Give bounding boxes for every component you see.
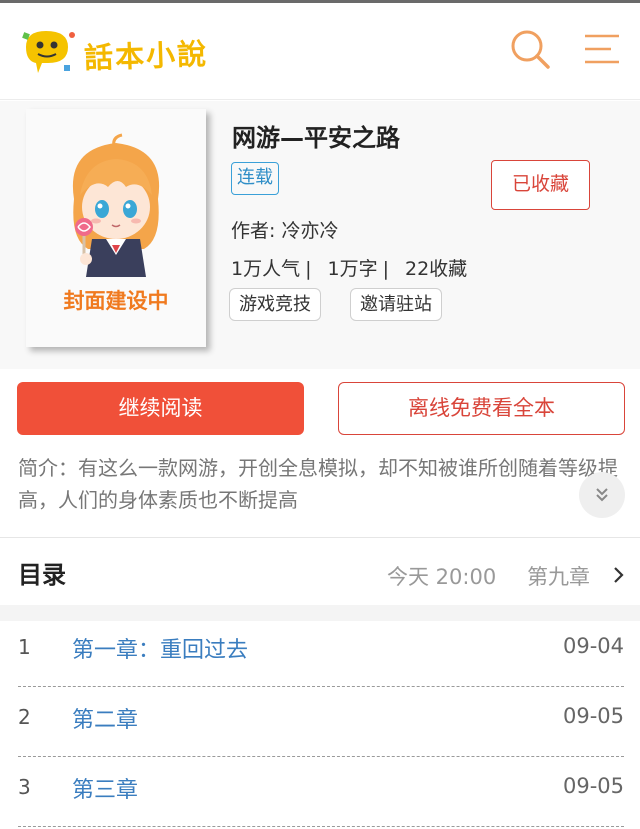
favorites-count: 22收藏 xyxy=(405,258,468,280)
cover-mascot-illustration xyxy=(72,133,160,277)
chapter-date: 09-05 xyxy=(562,774,624,798)
menu-icon[interactable] xyxy=(583,27,627,71)
tag-genre[interactable]: 游戏竞技 xyxy=(229,288,321,321)
site-logo[interactable]: 話本小說 xyxy=(20,25,220,81)
chapter-row[interactable]: 1 第一章：重回过去 09-04 xyxy=(18,617,624,687)
stat-separator: | xyxy=(305,258,312,280)
tag-invite[interactable]: 邀请驻站 xyxy=(350,288,442,321)
offline-read-button[interactable]: 离线免费看全本 xyxy=(338,382,625,435)
logo-mascot-icon xyxy=(22,31,75,73)
double-chevron-down-icon xyxy=(596,488,608,502)
book-info-panel: 封面建设中 网游—平安之路 连载 已收藏 作者: 冷亦冷 1万人气 | 1万字 | 22… xyxy=(0,101,640,369)
book-stats: 1万人气 | 1万字 | 22收藏 xyxy=(231,254,467,281)
chapter-row[interactable]: 2 第二章 09-05 xyxy=(18,687,624,757)
cover-placeholder-text: 封面建设中 xyxy=(63,289,169,313)
chapter-row[interactable]: 3 第三章 09-05 xyxy=(18,757,624,827)
chapter-number: 2 xyxy=(18,705,31,729)
chapter-number: 1 xyxy=(18,635,31,659)
book-title: 网游—平安之路 xyxy=(232,124,400,152)
chapter-title[interactable]: 第三章 xyxy=(72,772,138,804)
toc-updated-time: 今天 20:00 xyxy=(387,565,497,589)
chapter-date: 09-05 xyxy=(562,704,624,728)
stat-separator: | xyxy=(382,258,389,280)
word-count: 1万字 xyxy=(327,258,378,280)
logo-text: 話本小說 xyxy=(83,36,209,76)
toc-title: 目录 xyxy=(18,561,66,589)
search-icon[interactable] xyxy=(508,27,552,71)
chapter-title[interactable]: 第二章 xyxy=(72,702,138,734)
continue-reading-button[interactable]: 继续阅读 xyxy=(17,382,304,435)
app-header: 話本小說 xyxy=(0,3,640,100)
popularity-count: 1万人气 xyxy=(231,258,301,280)
chevron-right-icon[interactable] xyxy=(611,563,627,587)
status-badge: 连载 xyxy=(231,162,279,195)
divider xyxy=(0,537,640,538)
toc-latest-chapter[interactable]: 第九章 xyxy=(527,561,590,591)
chapter-title[interactable]: 第一章：重回过去 xyxy=(72,632,248,664)
chapter-number: 3 xyxy=(18,775,31,799)
book-cover[interactable]: 封面建设中 xyxy=(26,109,206,347)
book-intro: 简介：有这么一款网游，开创全息模拟，却不知被谁所创随着等级提高，人们的身体素质也… xyxy=(18,456,618,512)
expand-intro-button[interactable] xyxy=(579,472,625,518)
book-author[interactable]: 作者: 冷亦冷 xyxy=(231,216,338,243)
chapter-date: 09-04 xyxy=(562,634,624,658)
favorite-button[interactable]: 已收藏 xyxy=(491,160,590,210)
